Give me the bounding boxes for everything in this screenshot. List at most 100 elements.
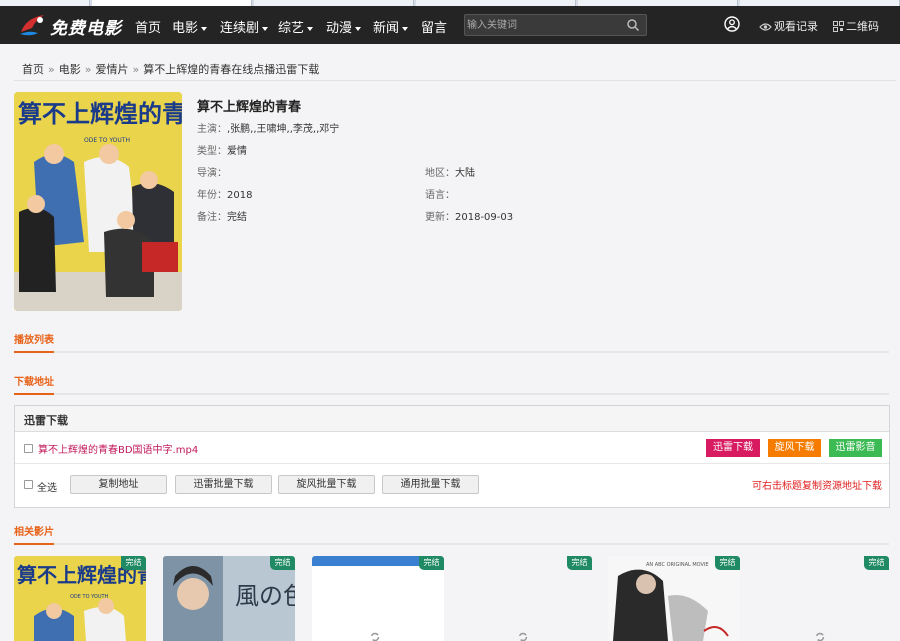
breadcrumb-home[interactable]: 首页 (22, 63, 44, 76)
section-title-playlist: 播放列表 (14, 335, 54, 346)
status-badge: 完结 (864, 556, 889, 570)
nav-label: 综艺 (278, 21, 305, 36)
nav-label: 新闻 (373, 21, 400, 36)
eye-icon (759, 23, 772, 31)
movie-poster[interactable]: 算不上辉煌的青春 ODE TO YOUTH (14, 92, 182, 311)
field-value: 大陆 (455, 168, 475, 179)
file-checkbox[interactable] (24, 444, 33, 453)
related-movie-card[interactable]: 完结 (312, 556, 444, 641)
whirlwind-download-button[interactable]: 旋风下载 (768, 439, 821, 457)
loading-spinner-icon (815, 632, 825, 641)
qrcode-link[interactable]: 二维码 (833, 18, 879, 34)
section-title-related: 相关影片 (14, 527, 54, 538)
download-panel: 迅雷下载 算不上辉煌的青春BD国语中字.mp4 迅雷下载 旋风下载 迅雷影音 全… (14, 405, 890, 508)
nav-item-news[interactable]: 新闻 (373, 17, 409, 36)
search-box (464, 14, 647, 36)
nav-label: 留言 (421, 21, 448, 36)
download-row: 算不上辉煌的青春BD国语中字.mp4 迅雷下载 旋风下载 迅雷影音 (15, 432, 889, 464)
status-badge: 完结 (270, 556, 295, 570)
field-label: 类型： (197, 146, 227, 157)
section-accent (14, 351, 54, 353)
thunder-batch-download-button[interactable]: 迅雷批量下载 (175, 475, 272, 494)
field-value: 完结 (227, 212, 247, 223)
watch-history-label: 观看记录 (774, 20, 818, 33)
site-logo[interactable]: 免费电影 (18, 10, 126, 40)
field-label: 语言： (425, 190, 455, 201)
field-value: 2018-09-03 (455, 212, 514, 223)
nav-item-anime[interactable]: 动漫 (326, 17, 362, 36)
batch-actions-row: 全选 复制地址 迅雷批量下载 旋风批量下载 通用批量下载 可右击标题复制资源地址… (15, 464, 889, 508)
breadcrumb-category[interactable]: 爱情片 (95, 63, 128, 76)
caret-down-icon (355, 26, 362, 31)
status-badge: 完结 (121, 556, 146, 570)
qrcode-icon (833, 21, 844, 32)
field-director: 导演： (197, 164, 227, 179)
related-poster-subtitle: ODE TO YOUTH (70, 594, 109, 600)
thunder-download-button[interactable]: 迅雷下载 (706, 439, 760, 457)
related-movie-card[interactable]: AN ABC ORIGINAL MOVIE 完结 (608, 556, 740, 641)
breadcrumb-separator: » (48, 63, 55, 76)
status-badge: 完结 (567, 556, 592, 570)
poster-title-text: 算不上辉煌的青春 (18, 100, 182, 128)
site-brand-name: 免费电影 (50, 19, 122, 39)
nav-item-home[interactable]: 首页 (135, 17, 161, 36)
nav-item-series[interactable]: 连续剧 (220, 17, 269, 36)
search-icon[interactable] (626, 18, 640, 32)
field-region: 地区：大陆 (425, 164, 475, 179)
divider (14, 80, 896, 81)
section-divider (14, 393, 889, 395)
logo-mark-icon (20, 15, 44, 36)
section-divider (14, 351, 889, 353)
loading-spinner-icon (518, 632, 528, 641)
download-file-link[interactable]: 算不上辉煌的青春BD国语中字.mp4 (38, 441, 198, 456)
related-movie-card[interactable]: 完结 (460, 556, 592, 641)
watch-history-link[interactable]: 观看记录 (759, 18, 818, 34)
status-badge: 完结 (715, 556, 740, 570)
field-value: ,张鹏,,王啸坤,,李茂,,邓宁 (227, 124, 340, 135)
field-label: 主演： (197, 124, 227, 135)
nav-item-movie[interactable]: 电影 (172, 17, 208, 36)
nav-item-guestbook[interactable]: 留言 (421, 17, 447, 36)
section-divider (14, 543, 889, 545)
whirlwind-batch-download-button[interactable]: 旋风批量下载 (278, 475, 375, 494)
poster-subtitle-text: ODE TO YOUTH (84, 137, 130, 144)
nav-label: 动漫 (326, 21, 353, 36)
status-badge: 完结 (419, 556, 444, 570)
section-title-download: 下载地址 (14, 377, 54, 388)
search-input[interactable] (467, 17, 617, 33)
field-label: 更新： (425, 212, 455, 223)
field-updated: 更新：2018-09-03 (425, 208, 513, 223)
related-poster-subtitle: AN ABC ORIGINAL MOVIE (646, 562, 709, 568)
movie-title: 算不上辉煌的青春 (197, 100, 302, 115)
breadcrumb-separator: » (84, 63, 92, 76)
field-language: 语言： (425, 186, 455, 201)
breadcrumb-separator: » (132, 63, 140, 76)
caret-down-icon (402, 26, 409, 31)
copy-address-button[interactable]: 复制地址 (70, 475, 167, 494)
related-poster-title: 風の色 (235, 582, 295, 610)
nav-label: 电影 (172, 21, 199, 36)
select-all-label[interactable]: 全选 (37, 479, 57, 494)
download-panel-header: 迅雷下载 (15, 406, 889, 432)
download-hint: 可右击标题复制资源地址下载 (752, 481, 882, 492)
section-accent (14, 393, 54, 395)
nav-item-variety[interactable]: 综艺 (278, 17, 314, 36)
breadcrumb: 首页» 电影» 爱情片» 算不上辉煌的青春在线点播迅雷下载 (22, 61, 319, 77)
caret-down-icon (201, 26, 208, 31)
breadcrumb-movie[interactable]: 电影 (59, 63, 81, 76)
related-movie-card[interactable]: 算不上辉煌的青春 ODE TO YOUTH 完结 (14, 556, 146, 641)
related-poster-strip (312, 556, 420, 566)
field-value: 2018 (227, 190, 253, 201)
thunder-player-button[interactable]: 迅雷影音 (829, 439, 882, 457)
nav-label: 首页 (135, 21, 162, 36)
select-all-checkbox[interactable] (24, 480, 33, 489)
field-label: 备注： (197, 212, 227, 223)
download-panel-title: 迅雷下载 (24, 414, 68, 427)
user-icon[interactable] (724, 16, 740, 32)
field-year: 年份：2018 (197, 186, 252, 201)
related-movie-card[interactable]: 風の色 完结 (163, 556, 295, 641)
generic-batch-download-button[interactable]: 通用批量下载 (382, 475, 479, 494)
field-genre: 类型：爱情 (197, 142, 247, 157)
caret-down-icon (307, 26, 314, 31)
related-movie-card[interactable]: 完结 (757, 556, 889, 641)
